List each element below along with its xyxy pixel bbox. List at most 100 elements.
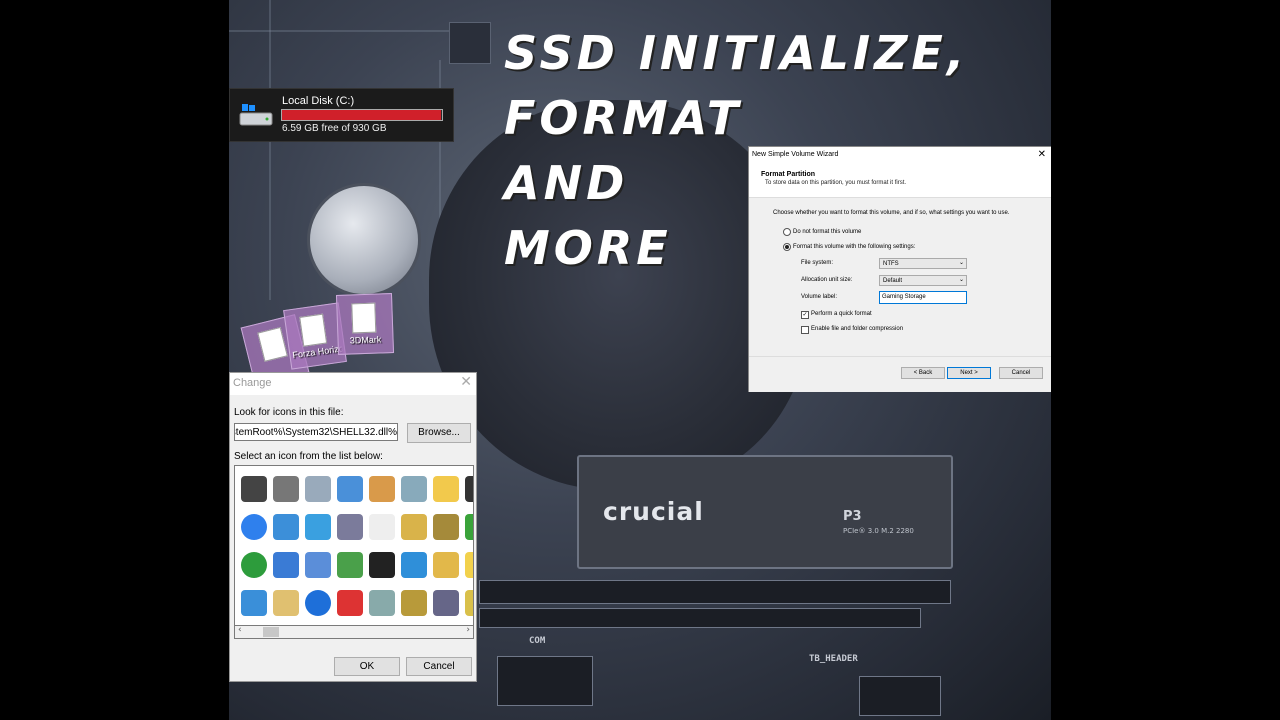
shell-icon-option[interactable]	[433, 476, 459, 502]
close-icon[interactable]: ✕	[460, 374, 472, 390]
shell-icon-option[interactable]	[241, 590, 267, 616]
drive-usage-fill	[282, 110, 441, 120]
hard-drive-icon	[239, 104, 273, 126]
pcb-trace	[269, 0, 271, 300]
file-system-label: File system:	[801, 260, 834, 266]
wizard-cancel-button[interactable]: Cancel	[999, 367, 1043, 379]
change-icon-dialog: Change ✕ Look for icons in this file: %S…	[229, 372, 477, 682]
shell-icon-option[interactable]	[273, 552, 299, 578]
wizard-intro: Choose whether you want to format this v…	[773, 210, 1010, 216]
scroll-thumb[interactable]	[263, 627, 279, 637]
background-photo: crucial P3 PCIe® 3.0 M.2 2280 COM TB_HEA…	[229, 0, 1051, 720]
pcie-slot	[479, 580, 951, 604]
shell-icon-option[interactable]	[337, 514, 363, 540]
shell-icon-option[interactable]	[305, 590, 331, 616]
next-button[interactable]: Next >	[947, 367, 991, 379]
board-chip	[449, 22, 491, 64]
shell-icon-option[interactable]	[433, 590, 459, 616]
file-icon	[257, 326, 288, 362]
shell-icon-option[interactable]	[337, 476, 363, 502]
compression-label: Enable file and folder compression	[811, 326, 904, 332]
shell-icon-option[interactable]	[273, 514, 299, 540]
ssd-model: P3	[843, 509, 862, 524]
select-icon-label: Select an icon from the list below:	[234, 451, 383, 462]
scroll-left-icon[interactable]: ‹	[238, 625, 242, 635]
shell-icon-option[interactable]	[305, 476, 331, 502]
wizard-title: New Simple Volume Wizard	[752, 151, 839, 158]
wizard-footer: < Back Next > Cancel	[749, 356, 1051, 392]
shell-icon-option[interactable]	[465, 514, 473, 540]
shell-icon-option[interactable]	[241, 552, 267, 578]
com-label: COM	[529, 636, 546, 646]
shell-icon-option[interactable]	[401, 514, 427, 540]
look-for-label: Look for icons in this file:	[234, 407, 344, 418]
back-button[interactable]: < Back	[901, 367, 945, 379]
shell-icon-option[interactable]	[465, 590, 473, 616]
wizard-header: Format Partition To store data on this p…	[749, 163, 1051, 198]
shell-icon-option[interactable]	[305, 514, 331, 540]
do-not-format-label: Do not format this volume	[793, 229, 862, 235]
file-system-select[interactable]: NTFS ⌄	[879, 258, 967, 269]
format-label: Format this volume with the following se…	[793, 244, 916, 250]
ok-button[interactable]: OK	[334, 657, 400, 676]
file-icon	[299, 313, 328, 347]
wizard-header-title: Format Partition	[761, 171, 816, 178]
local-disk-widget[interactable]: Local Disk (C:) 6.59 GB free of 930 GB	[229, 88, 454, 142]
browse-button[interactable]: Browse...	[407, 423, 471, 443]
shell-icon-option[interactable]	[273, 476, 299, 502]
shell-icon-option[interactable]	[273, 590, 299, 616]
shell-icon-option[interactable]	[433, 514, 459, 540]
header-connector	[497, 656, 593, 706]
cmos-battery	[307, 183, 421, 297]
radio-format[interactable]	[783, 243, 791, 251]
volume-label-label: Volume label:	[801, 294, 838, 300]
shell-icon-option[interactable]	[369, 552, 395, 578]
headline-line-4: MORE	[504, 221, 672, 275]
shell-icon-option[interactable]	[241, 514, 267, 540]
shell-icon-option[interactable]	[337, 590, 363, 616]
shell-icon-option[interactable]	[305, 552, 331, 578]
shell-icon-option[interactable]	[401, 552, 427, 578]
scroll-right-icon[interactable]: ›	[466, 625, 470, 635]
shell-icon-option[interactable]	[401, 590, 427, 616]
wizard-body: Choose whether you want to format this v…	[749, 198, 1051, 356]
dialog-titlebar: Change ✕	[230, 373, 476, 395]
shell-icon-option[interactable]	[465, 552, 473, 578]
allocation-label: Allocation unit size:	[801, 277, 853, 283]
volume-label-input[interactable]: Gaming Storage	[879, 291, 967, 304]
ssd-brand: crucial	[603, 497, 704, 526]
icon-list-scrollbar[interactable]: ‹ ›	[234, 625, 474, 639]
shell-icon-option[interactable]	[369, 590, 395, 616]
pcie-slot	[479, 608, 921, 628]
radio-do-not-format[interactable]	[783, 228, 791, 236]
close-icon[interactable]: ✕	[1038, 149, 1046, 160]
headline-line-3: AND	[504, 156, 629, 210]
new-simple-volume-wizard: New Simple Volume Wizard ✕ Format Partit…	[748, 146, 1051, 392]
headline-line-1: SSD INITIALIZE,	[504, 26, 969, 80]
quick-format-label: Perform a quick format	[811, 311, 872, 317]
shell-icon-option[interactable]	[401, 476, 427, 502]
cancel-button[interactable]: Cancel	[406, 657, 472, 676]
allocation-value: Default	[883, 278, 903, 284]
shell-icon-option[interactable]	[369, 514, 395, 540]
drive-name: Local Disk (C:)	[282, 95, 355, 107]
ssd-subtitle: PCIe® 3.0 M.2 2280	[843, 527, 914, 535]
drive-usage-bar	[281, 109, 443, 121]
allocation-select[interactable]: Default ⌄	[879, 275, 967, 286]
desktop-icon-3dmark[interactable]: 3DMark	[335, 293, 395, 355]
quick-format-checkbox[interactable]: ✓	[801, 311, 809, 319]
shell-icon-option[interactable]	[241, 476, 267, 502]
shell-icon-option[interactable]	[337, 552, 363, 578]
shell-icon-option[interactable]	[433, 552, 459, 578]
chevron-down-icon: ⌄	[958, 259, 964, 266]
dialog-title: Change	[233, 377, 272, 389]
icon-list[interactable]	[234, 465, 474, 627]
shell-icon-option[interactable]	[369, 476, 395, 502]
header-connector	[859, 676, 941, 716]
icon-file-path-input[interactable]: %SystemRoot%\System32\SHELL32.dll	[234, 423, 398, 441]
ssd-drive: crucial P3 PCIe® 3.0 M.2 2280	[577, 455, 953, 569]
shell-icon-option[interactable]	[465, 476, 473, 502]
file-system-value: NTFS	[883, 261, 899, 267]
drive-free-text: 6.59 GB free of 930 GB	[282, 123, 387, 134]
compression-checkbox[interactable]	[801, 326, 809, 334]
